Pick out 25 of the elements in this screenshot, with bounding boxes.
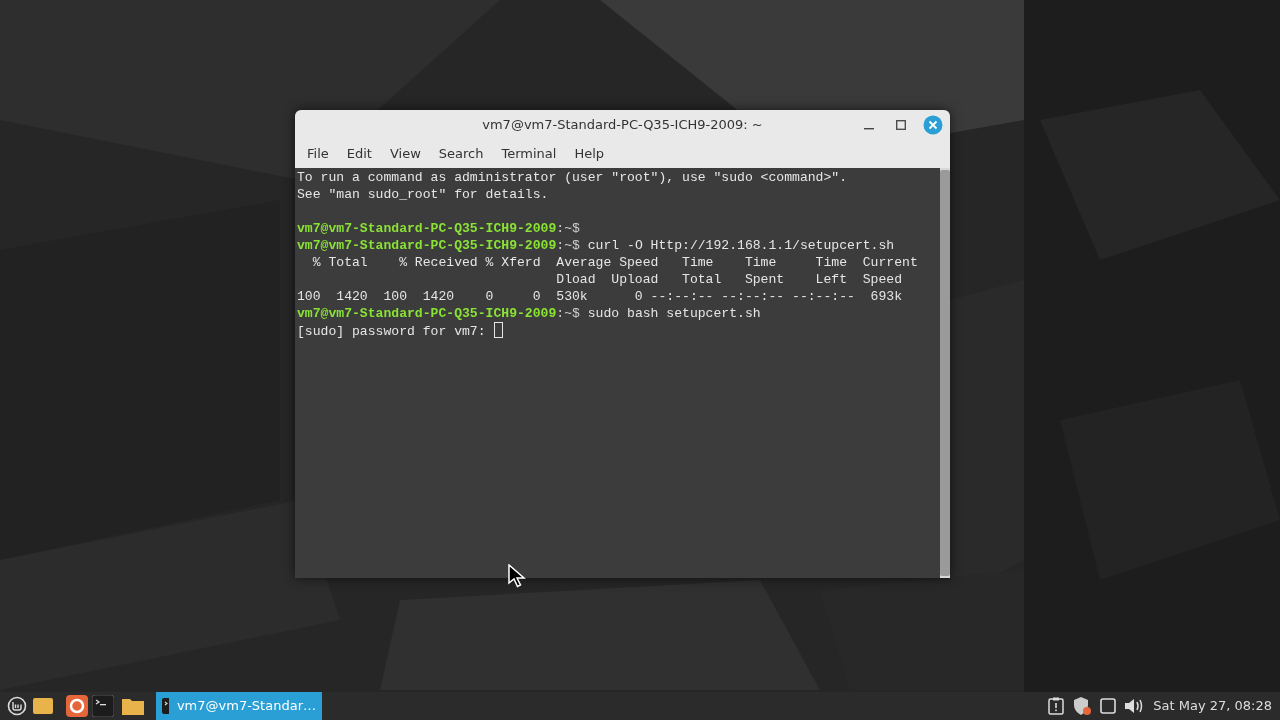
menu-item[interactable]: Edit xyxy=(337,144,381,164)
terminal-icon xyxy=(162,698,169,714)
menu-item[interactable]: File xyxy=(298,144,338,164)
menu-item[interactable]: View xyxy=(380,144,430,164)
output-line: Dload Upload Total Spent Left Speed xyxy=(555,272,903,287)
prompt-line: vm7@vm7-Standard-PC-Q35-ICH9-2009:~$ curl -O Http://192.168.1.1/setupcert.sh xyxy=(297,238,895,253)
minimize-icon xyxy=(864,128,874,130)
output-line: See "man sudo_root" for details. xyxy=(297,187,549,202)
scrollbar[interactable] xyxy=(940,168,950,578)
terminal-icon[interactable] xyxy=(90,693,116,719)
output-line: % Total % Received % Xferd Average Speed Time Time Time Current xyxy=(311,255,918,270)
maximize-icon xyxy=(896,120,906,130)
output-line: To run a command as administrator (user "root"), use "sudo <command>". xyxy=(297,170,848,185)
menu-item[interactable]: Help xyxy=(565,144,614,164)
menu-item[interactable]: Terminal xyxy=(492,144,566,164)
prompt-line: vm7@vm7-Standard-PC-Q35-ICH9-2009:~$ sudo bash setupcert.sh xyxy=(297,306,761,321)
window-title: vm7@vm7-Standard-PC-Q35-ICH9-2009: ~ xyxy=(482,116,763,135)
menu-item[interactable]: Search xyxy=(429,144,493,164)
output-line: 100 1420 100 1420 0 0 530k 0 --:--:-- --:--:-- --:--:-- 693k xyxy=(297,289,903,304)
prompt-line: vm7@vm7-Standard-PC-Q35-ICH9-2009:~$ xyxy=(297,221,580,236)
browser-icon[interactable] xyxy=(64,693,90,719)
mouse-pointer-icon xyxy=(508,564,526,588)
output-line: [sudo] password for vm7: xyxy=(297,324,486,339)
close-button[interactable] xyxy=(922,115,944,135)
clock[interactable]: Sat May 27, 08:28 xyxy=(1153,696,1272,716)
